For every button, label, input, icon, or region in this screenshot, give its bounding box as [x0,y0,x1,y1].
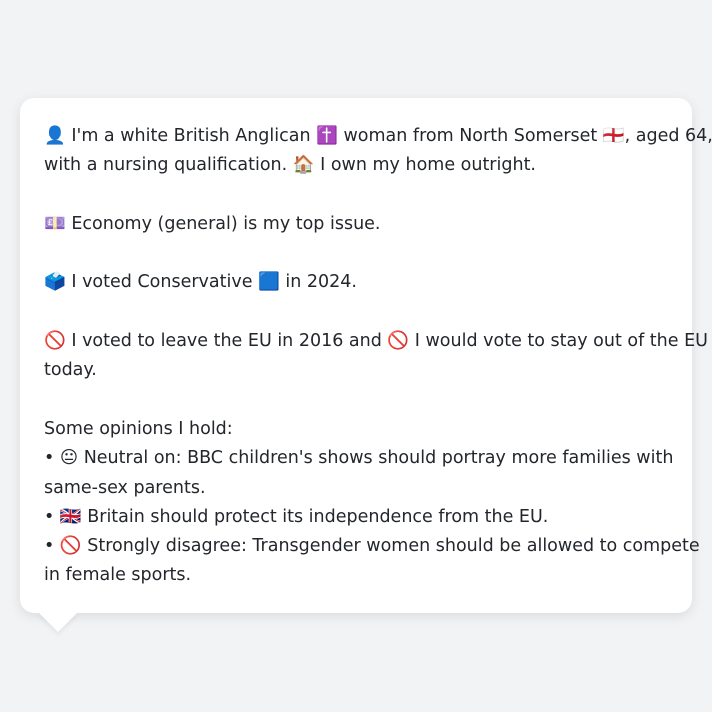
message-bubble: 👤 I'm a white British Anglican ✝️ woman … [20,98,712,613]
opinion-item: • 🚫 Strongly disagree: Transgender women… [44,536,700,557]
eu-vote-line: 🚫 I voted to leave the EU in 2016 and 🚫 … [44,331,708,352]
bubble-tail [38,612,78,632]
vote-2024-line: 🗳️ I voted Conservative 🟦 in 2024. [44,272,357,293]
opinion-item-continued: in female sports. [44,565,192,586]
eu-vote-line-continued: today. [44,360,97,381]
opinion-item: • 🇬🇧 Britain should protect its independ… [44,506,549,527]
identity-line-continued: with a nursing qualification. 🏠 I own my… [44,155,536,176]
opinions-heading: Some opinions I hold: [44,418,233,439]
identity-line: 👤 I'm a white British Anglican ✝️ woman … [44,126,712,146]
opinion-item: • 😐 Neutral on: BBC children's shows sho… [44,448,674,469]
top-issue-line: 💷 Economy (general) is my top issue. [44,213,381,234]
opinion-item-continued: same-sex parents. [44,477,206,498]
